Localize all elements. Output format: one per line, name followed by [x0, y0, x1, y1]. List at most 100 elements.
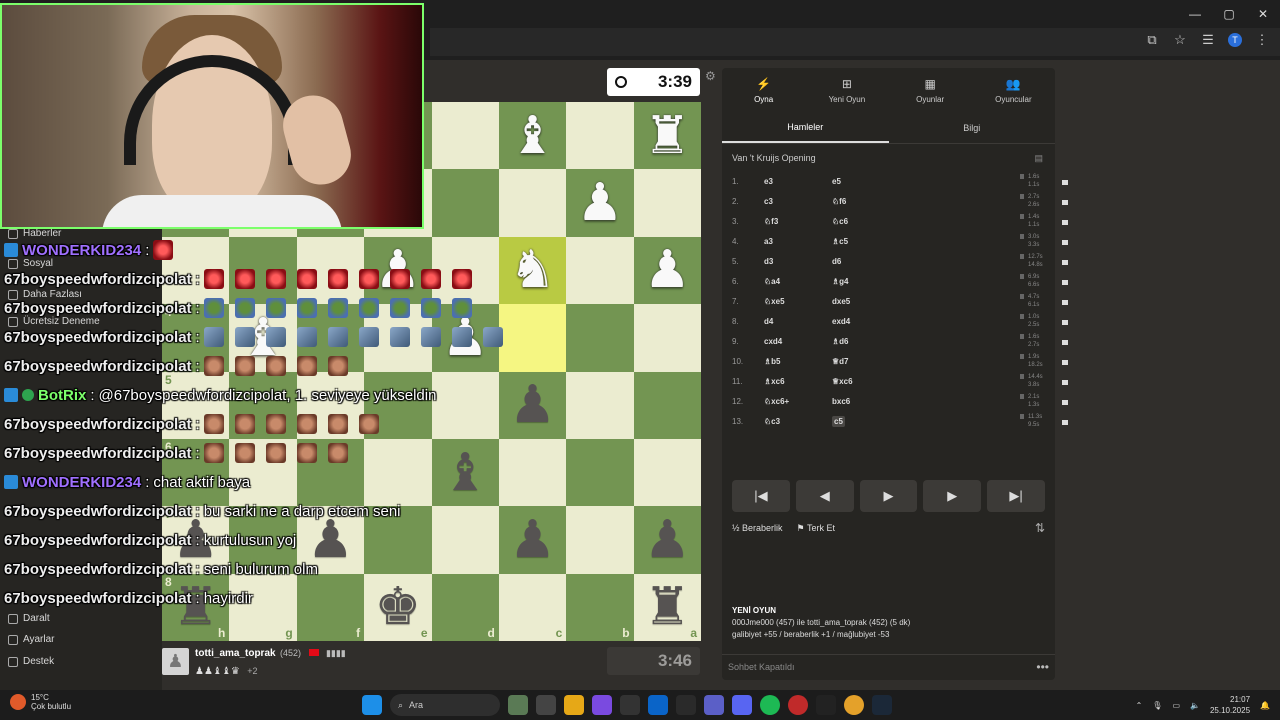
square-c6[interactable]: ♞ — [498, 236, 567, 305]
chat-username[interactable]: 67boyspeedwfordizcipolat — [4, 358, 192, 375]
system-clock[interactable]: 21:07 25.10.2025 — [1210, 694, 1250, 716]
gear-icon[interactable]: ⚙ — [705, 69, 716, 83]
task-view-icon[interactable] — [536, 695, 556, 715]
black-piece[interactable]: ♟ — [644, 514, 691, 566]
square-b1[interactable]: b — [566, 573, 634, 641]
discord-icon[interactable] — [732, 695, 752, 715]
black-move[interactable]: ♕xc6 — [832, 377, 853, 386]
last-move-button[interactable]: ▶| — [987, 480, 1045, 512]
black-move[interactable]: d6 — [832, 257, 841, 266]
white-piece[interactable]: ♟ — [644, 244, 691, 296]
white-move[interactable]: d4 — [764, 317, 773, 326]
black-piece[interactable]: ♜ — [644, 581, 691, 633]
sidebar-item-support[interactable]: Destek — [8, 656, 54, 667]
square-d1[interactable]: d — [431, 573, 499, 641]
unreal-icon[interactable] — [816, 695, 836, 715]
square-c2[interactable]: ♟ — [498, 506, 567, 574]
more-icon[interactable]: ••• — [1036, 660, 1049, 674]
black-move[interactable]: c5 — [832, 416, 845, 427]
square-d4[interactable] — [431, 371, 499, 439]
black-piece[interactable]: ♝ — [442, 447, 489, 499]
white-piece[interactable]: ♝ — [509, 110, 556, 162]
obs-icon[interactable] — [788, 695, 808, 715]
square-c1[interactable]: c — [498, 573, 567, 641]
chrome-icon[interactable] — [844, 695, 864, 715]
chat-username[interactable]: 67boyspeedwfordizcipolat — [4, 416, 192, 433]
chat-username[interactable]: 67boyspeedwfordizcipolat — [4, 271, 192, 288]
black-move[interactable]: dxe5 — [832, 297, 850, 306]
first-move-button[interactable]: |◀ — [732, 480, 790, 512]
copilot-icon[interactable] — [592, 695, 612, 715]
black-move[interactable]: ♘f6 — [832, 197, 846, 206]
chat-username[interactable]: WONDERKID234 — [22, 474, 141, 491]
tab-moves[interactable]: Hamleler — [722, 112, 889, 143]
draw-button[interactable]: ½ Beraberlik — [732, 523, 783, 533]
square-a2[interactable]: ♟ — [633, 506, 701, 574]
widgets-icon[interactable] — [508, 695, 528, 715]
square-b6[interactable] — [566, 236, 634, 305]
close-button[interactable]: ✕ — [1246, 0, 1280, 28]
sidebar-item-settings[interactable]: Ayarlar — [8, 634, 55, 645]
bookmark-star-icon[interactable]: ☆ — [1172, 32, 1188, 48]
avatar[interactable]: ♟ — [162, 647, 189, 675]
start-icon[interactable] — [362, 695, 382, 715]
white-piece[interactable]: ♞ — [509, 244, 556, 296]
white-move[interactable]: ♗xc6 — [764, 377, 785, 386]
square-b7[interactable]: ♟ — [566, 169, 634, 237]
white-move[interactable]: ♘c3 — [764, 417, 780, 426]
steam-icon[interactable] — [872, 695, 892, 715]
black-move[interactable]: e5 — [832, 177, 841, 186]
volume-icon[interactable]: 🔈 — [1190, 701, 1200, 710]
tab-new-game[interactable]: ⊞ Yeni Oyun — [805, 68, 888, 112]
notifications-icon[interactable]: 🔔 — [1260, 701, 1270, 710]
square-a3[interactable] — [633, 438, 701, 507]
browser-menu-icon[interactable]: ⋮ — [1254, 32, 1270, 48]
openai-icon[interactable] — [620, 695, 640, 715]
tab-play[interactable]: ⚡ Oyna — [722, 68, 805, 112]
white-move[interactable]: ♗b5 — [764, 357, 781, 366]
previous-move-button[interactable]: ◀ — [795, 480, 854, 512]
file-explorer-icon[interactable] — [564, 695, 584, 715]
black-move[interactable]: bxc6 — [832, 397, 850, 406]
square-a7[interactable] — [633, 169, 701, 237]
media-control-icon[interactable]: ☰ — [1200, 32, 1216, 48]
tab-games[interactable]: ▦ Oyunlar — [889, 68, 972, 112]
maximize-button[interactable]: ▢ — [1212, 0, 1246, 28]
weather-widget[interactable]: 15°C Çok bulutlu — [10, 693, 71, 711]
sidebar-item-collapse[interactable]: Daralt — [8, 613, 50, 624]
tab-info[interactable]: Bilgi — [889, 112, 1056, 143]
white-move[interactable]: e3 — [764, 177, 773, 186]
black-move[interactable]: ♗d6 — [832, 337, 849, 346]
black-move[interactable]: exd4 — [832, 317, 850, 326]
chevron-up-icon[interactable]: ⌃ — [1136, 701, 1143, 710]
install-app-icon[interactable]: ⧉ — [1144, 32, 1160, 48]
white-move[interactable]: ♘a4 — [764, 277, 780, 286]
white-move[interactable]: ♘f3 — [764, 217, 778, 226]
chat-username[interactable]: 67boyspeedwfordizcipolat — [4, 561, 192, 578]
chat-username[interactable]: WONDERKID234 — [22, 242, 141, 259]
black-move[interactable]: ♕d7 — [832, 357, 849, 366]
chat-username[interactable]: BotRix — [38, 387, 86, 404]
black-piece[interactable]: ♟ — [509, 379, 556, 431]
minimize-button[interactable]: — — [1178, 0, 1212, 28]
profile-avatar[interactable]: T — [1228, 33, 1242, 47]
square-a8[interactable]: ♜ — [633, 102, 701, 170]
next-move-button[interactable]: ▶ — [923, 480, 982, 512]
chat-username[interactable]: 67boyspeedwfordizcipolat — [4, 532, 192, 549]
square-d3[interactable]: ♝ — [431, 438, 499, 507]
chat-username[interactable]: 67boyspeedwfordizcipolat — [4, 300, 192, 317]
square-d2[interactable] — [431, 506, 499, 574]
opening-name[interactable]: Van 't Kruijs Opening — [732, 153, 816, 163]
square-b2[interactable] — [566, 506, 634, 574]
white-piece[interactable]: ♜ — [644, 110, 691, 162]
white-move[interactable]: a3 — [764, 237, 773, 246]
resign-button[interactable]: ⚑ Terk Et — [797, 523, 835, 534]
white-move[interactable]: cxd4 — [764, 337, 782, 346]
square-a1[interactable]: ♜ a — [633, 573, 701, 641]
black-move[interactable]: ♗g4 — [832, 277, 849, 286]
store-icon[interactable] — [676, 695, 696, 715]
play-button[interactable]: ▶ — [859, 480, 918, 512]
white-piece[interactable]: ♟ — [577, 177, 624, 229]
book-icon[interactable]: ▤ — [1034, 153, 1043, 164]
white-move[interactable]: c3 — [764, 197, 773, 206]
